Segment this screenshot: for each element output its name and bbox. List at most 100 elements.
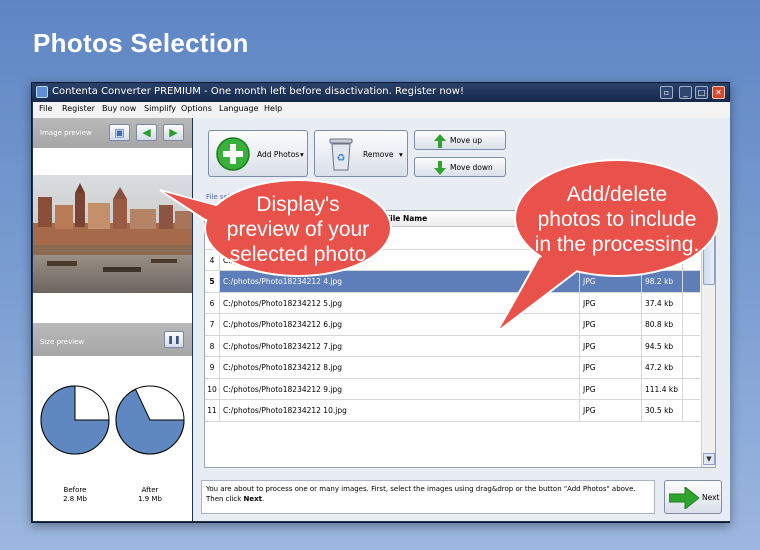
monitor-icon[interactable]: ▣ xyxy=(109,124,130,141)
file-type: JPG xyxy=(580,314,642,335)
file-path: C:/photos/Photo18234212 5.jpg xyxy=(220,292,580,314)
table-row[interactable]: 11 C:/photos/Photo18234212 10.jpg JPG 30.5 … xyxy=(205,400,700,422)
file-size: 94.5 kb xyxy=(642,335,683,357)
chevron-down-icon: ▾ xyxy=(399,150,403,159)
scroll-down-icon[interactable]: ▼ xyxy=(703,453,715,465)
minimize-icon[interactable]: _ xyxy=(679,86,692,99)
table-row[interactable]: 6 C:/photos/Photo18234212 5.jpg JPG 37.4 kb xyxy=(205,292,700,314)
pie-after-chart xyxy=(115,385,185,455)
left-callout-line: selected photo xyxy=(229,243,367,266)
after-label: After xyxy=(141,486,159,494)
file-type: JPG xyxy=(580,400,642,421)
file-type: JPG xyxy=(580,335,642,357)
chevron-down-icon: ▾ xyxy=(300,150,304,159)
right-callout-line: in the processing. xyxy=(534,233,700,256)
size-preview-header: Size preview ❚❚ xyxy=(33,323,192,356)
file-size: 47.2 kb xyxy=(642,357,683,378)
instructions-next: Next xyxy=(243,495,263,503)
table-row[interactable]: 10 C:/photos/Photo18234212 9.jpg JPG 111.4 … xyxy=(205,378,700,400)
right-panel: Add Photos ▾ ♻ Remove ▾ Move up Move dow… xyxy=(193,118,730,521)
row-number: 7 xyxy=(205,314,220,335)
file-path: C:/photos/Photo18234212 9.jpg xyxy=(220,378,580,400)
row-number: 6 xyxy=(205,292,220,314)
after-size: 1.9 Mb xyxy=(138,495,162,503)
menu-help[interactable]: Help xyxy=(264,104,282,113)
add-photos-button[interactable]: Add Photos ▾ xyxy=(208,130,308,177)
size-pie-charts xyxy=(40,385,185,455)
file-size: 37.4 kb xyxy=(642,292,683,314)
column-file-name[interactable]: File Name xyxy=(385,214,427,223)
move-up-button[interactable]: Move up xyxy=(414,130,506,150)
row-number: 5 xyxy=(205,271,220,292)
file-size: 98.2 kb xyxy=(642,271,683,292)
menu-bar: File Register Buy now Simplify Options L… xyxy=(33,102,730,118)
window-title: Contenta Converter PREMIUM - One month l… xyxy=(52,86,464,97)
menu-options[interactable]: Options xyxy=(181,104,212,113)
move-down-button[interactable]: Move down xyxy=(414,157,506,177)
app-icon xyxy=(36,86,48,98)
move-up-label: Move up xyxy=(450,136,483,145)
row-number: 11 xyxy=(205,400,220,421)
move-down-label: Move down xyxy=(450,163,493,172)
file-size: 80.8 kb xyxy=(642,314,683,335)
remove-label: Remove xyxy=(363,150,394,159)
file-size: 111.4 kb xyxy=(642,378,683,400)
file-type: JPG xyxy=(580,292,642,314)
right-callout-line: Add/delete xyxy=(566,183,668,206)
file-path: C:/photos/Photo18234212 10.jpg xyxy=(220,400,580,421)
add-icon xyxy=(216,137,250,171)
next-button[interactable]: Next xyxy=(664,480,722,514)
preview-photo xyxy=(33,175,192,293)
arrow-right-icon xyxy=(669,487,699,509)
menu-simplify[interactable]: Simplify xyxy=(144,104,176,113)
arrow-right-icon[interactable]: ▶ xyxy=(163,124,184,141)
close-icon[interactable]: ✕ xyxy=(712,86,725,99)
right-callout-text: Add/delete photos to include in the proc… xyxy=(515,182,719,257)
instructions-box: You are about to process one or many ima… xyxy=(201,480,655,514)
menu-file[interactable]: File xyxy=(39,104,52,113)
next-label: Next xyxy=(702,493,720,502)
left-panel: Image preview ▣ ◀ ▶ Size preview ❚❚ Befo… xyxy=(33,118,192,521)
app-window: Contenta Converter PREMIUM - One month l… xyxy=(31,82,730,523)
menu-register[interactable]: Register xyxy=(62,104,95,113)
image-preview-title: Image preview xyxy=(40,129,92,137)
file-type: JPG xyxy=(580,357,642,378)
restore-icon[interactable]: ▫ xyxy=(660,86,673,99)
file-type: JPG xyxy=(580,271,642,292)
row-number: 8 xyxy=(205,335,220,357)
row-number: 10 xyxy=(205,378,220,400)
file-path: C:/photos/Photo18234212 4.jpg xyxy=(220,271,580,292)
title-bar: Contenta Converter PREMIUM - One month l… xyxy=(32,83,729,102)
svg-text:♻: ♻ xyxy=(337,153,346,164)
right-callout-line: photos to include xyxy=(537,208,697,231)
row-number: 9 xyxy=(205,357,220,378)
pause-icon[interactable]: ❚❚ xyxy=(164,331,184,348)
maximize-icon[interactable]: □ xyxy=(695,86,708,99)
arrow-down-icon xyxy=(434,161,446,175)
file-type: JPG xyxy=(580,378,642,400)
arrow-left-icon[interactable]: ◀ xyxy=(136,124,157,141)
file-path: C:/photos/Photo18234212 7.jpg xyxy=(220,335,580,357)
table-row[interactable]: 9 C:/photos/Photo18234212 8.jpg JPG 47.2 kb xyxy=(205,357,700,379)
add-photos-label: Add Photos xyxy=(257,150,300,159)
arrow-up-icon xyxy=(434,134,446,148)
table-row[interactable]: 7 C:/photos/Photo18234212 6.jpg JPG 80.8 kb xyxy=(205,314,700,336)
instructions-text: You are about to process one or many ima… xyxy=(206,485,636,503)
table-row[interactable]: 5 C:/photos/Photo18234212 4.jpg JPG 98.2 kb xyxy=(205,271,700,293)
pie-before-chart xyxy=(40,385,110,455)
menu-buy-now[interactable]: Buy now xyxy=(102,104,136,113)
table-row[interactable]: 8 C:/photos/Photo18234212 7.jpg JPG 94.5 kb xyxy=(205,335,700,357)
file-path: C:/photos/Photo18234212 8.jpg xyxy=(220,357,580,378)
file-size: 30.5 kb xyxy=(642,400,683,421)
left-callout-line: preview of your xyxy=(226,218,370,241)
image-preview-header: Image preview ▣ ◀ ▶ xyxy=(33,118,192,148)
size-preview-title: Size preview xyxy=(40,338,85,346)
remove-button[interactable]: ♻ Remove ▾ xyxy=(314,130,408,177)
recycle-bin-icon: ♻ xyxy=(329,138,353,171)
left-callout-line: Display's xyxy=(256,193,340,216)
before-size: 2.8 Mb xyxy=(63,495,87,503)
before-label: Before xyxy=(63,486,87,494)
menu-language[interactable]: Language xyxy=(219,104,258,113)
left-callout-text: Display's preview of your selected photo xyxy=(205,192,391,267)
page-headline: Photos Selection xyxy=(33,28,249,58)
